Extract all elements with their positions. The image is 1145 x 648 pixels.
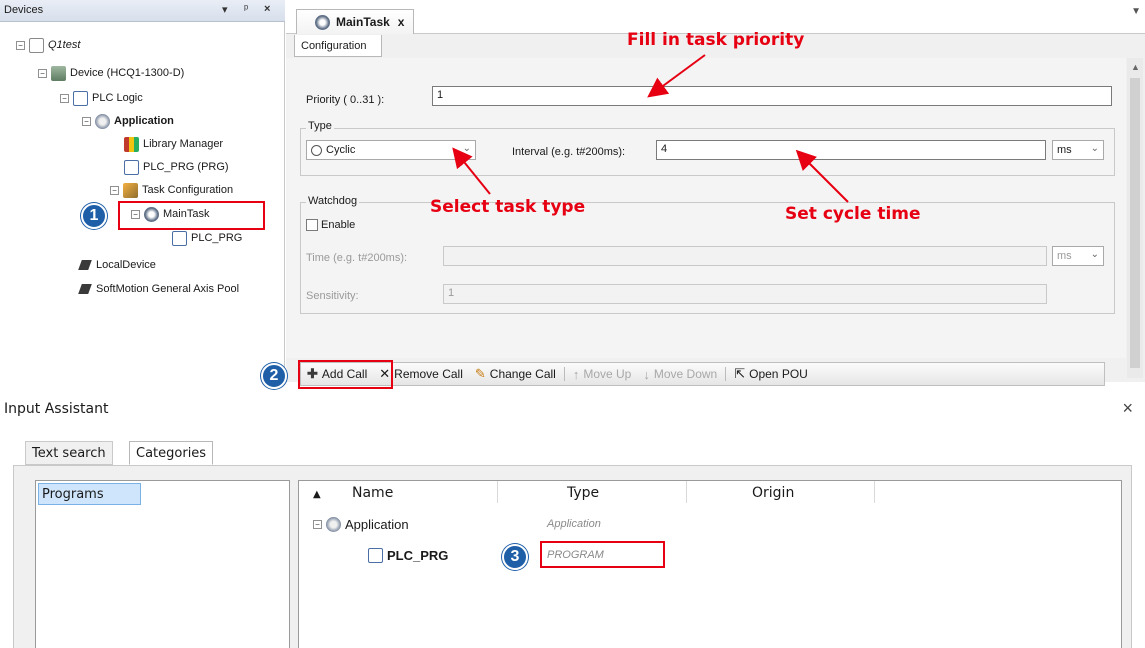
step-badge-2: 2 — [261, 363, 287, 389]
highlight-program-type — [540, 541, 665, 568]
column-divider[interactable] — [874, 481, 875, 503]
arrow-type — [452, 147, 491, 195]
arrow-priority — [647, 54, 706, 98]
tab-text-search[interactable]: Text search — [25, 441, 113, 465]
application-icon — [326, 516, 341, 532]
toolbar-separator — [563, 367, 565, 381]
column-header-type[interactable]: Type — [567, 485, 599, 501]
call-toolbar: ✚ Add Call ✕ Remove Call ✎ Change Call ↑… — [300, 362, 1105, 386]
open-pou-icon: ⇱ — [734, 366, 746, 381]
result-row-plc-prg[interactable]: PLC_PRG — [368, 545, 448, 565]
tab-categories[interactable]: Categories — [129, 441, 214, 465]
close-icon[interactable]: × — [1122, 398, 1133, 419]
sort-ascending-icon: ▲ — [313, 489, 321, 500]
highlight-add-call — [298, 360, 393, 389]
move-up-button[interactable]: ↑ Move Up — [567, 363, 638, 385]
move-up-label: Move Up — [583, 367, 632, 381]
toolbar-separator — [725, 367, 727, 381]
column-divider[interactable] — [686, 481, 687, 503]
open-pou-button[interactable]: ⇱ Open POU — [728, 363, 814, 385]
category-item-programs[interactable]: Programs — [38, 483, 141, 505]
input-assistant-title: Input Assistant — [4, 401, 109, 417]
collapse-icon[interactable]: − — [313, 519, 322, 529]
step-badge-3: 3 — [502, 544, 528, 570]
column-header-name[interactable]: Name — [352, 485, 393, 501]
result-type: Application — [547, 518, 601, 530]
arrow-up-icon: ↑ — [572, 366, 580, 382]
change-call-label: Change Call — [489, 367, 556, 381]
move-down-label: Move Down — [653, 367, 718, 381]
open-pou-label: Open POU — [749, 367, 808, 381]
result-name: PLC_PRG — [387, 547, 449, 563]
edit-icon: ✎ — [474, 366, 486, 381]
move-down-button[interactable]: ↓ Move Down — [637, 363, 723, 385]
change-call-button[interactable]: ✎ Change Call — [469, 363, 562, 385]
remove-call-label: Remove Call — [394, 367, 463, 381]
column-header-origin[interactable]: Origin — [752, 485, 794, 501]
result-row-application[interactable]: − Application — [313, 514, 409, 534]
arrow-down-icon: ↓ — [643, 366, 650, 382]
program-icon — [368, 547, 383, 563]
arrow-cycle — [795, 149, 849, 203]
result-name: Application — [345, 516, 409, 532]
column-divider[interactable] — [497, 481, 498, 503]
category-list: Programs — [35, 480, 290, 648]
